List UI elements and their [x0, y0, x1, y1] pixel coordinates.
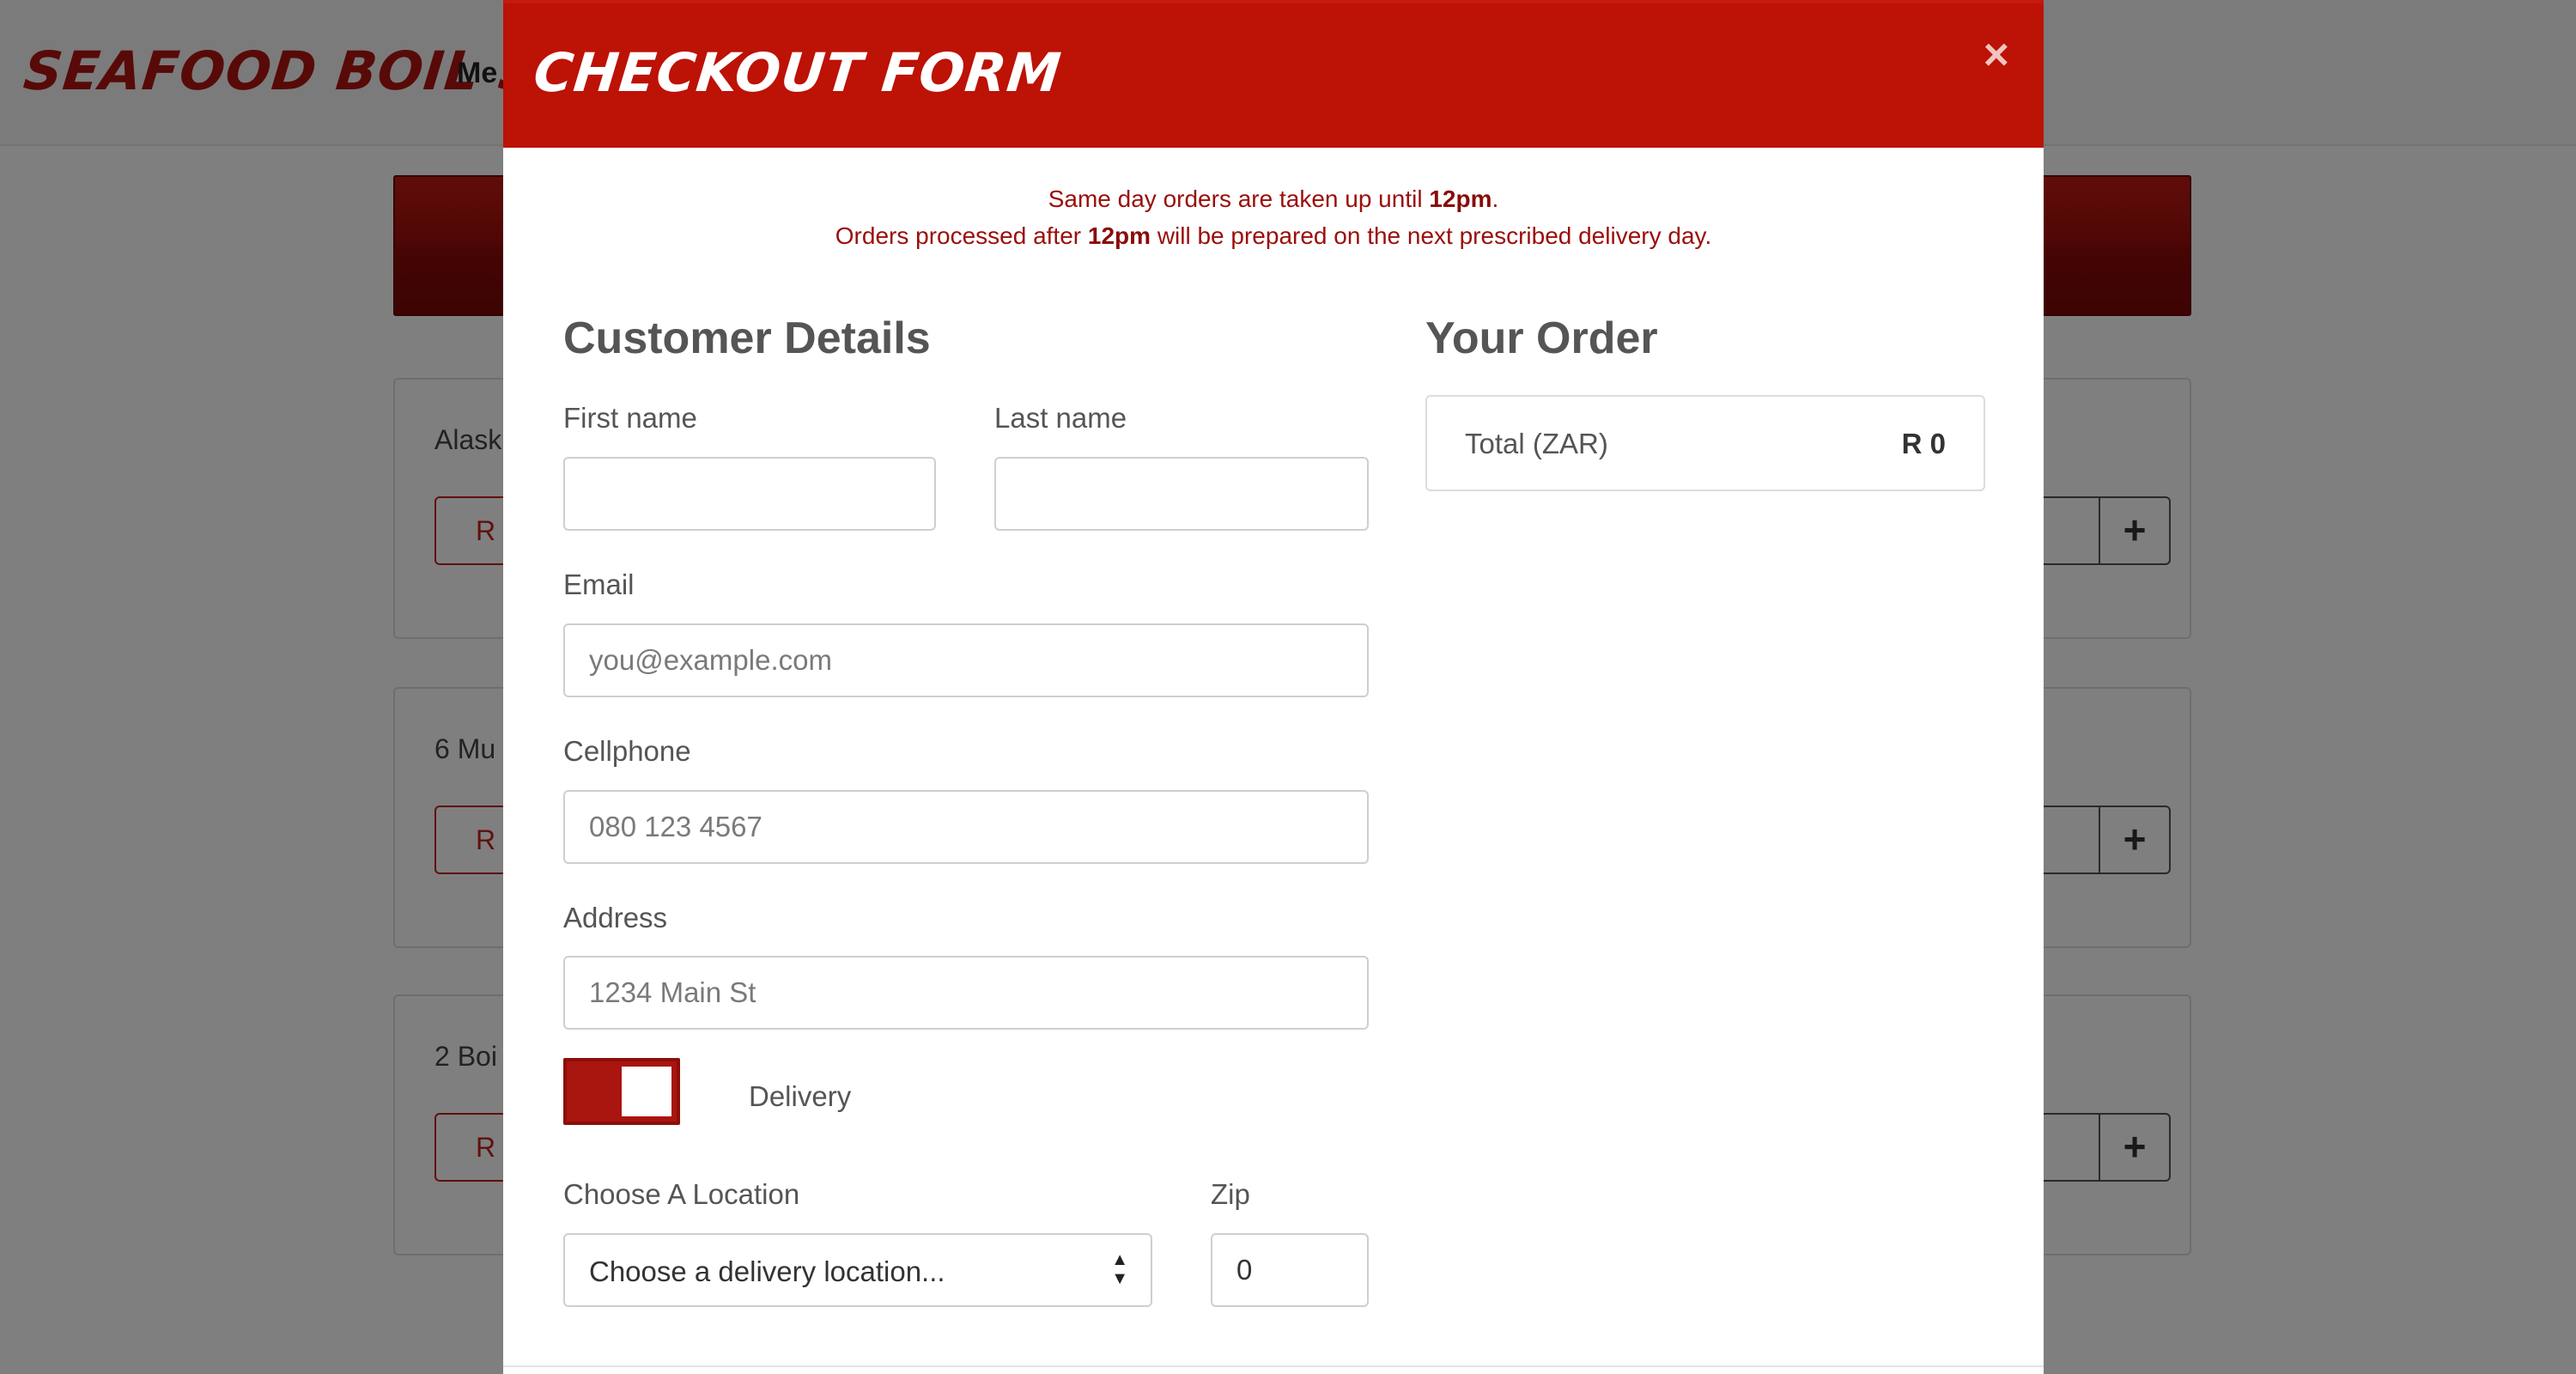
checkout-modal: CHECKOUT FORM × Same day orders are take… [503, 0, 2044, 1374]
notice-text: will be prepared on the next prescribed … [1151, 222, 1712, 249]
modal-header: CHECKOUT FORM × [503, 0, 2044, 148]
delivery-toggle[interactable] [563, 1058, 680, 1125]
your-order-title: Your Order [1425, 313, 1658, 363]
order-total-label: Total (ZAR) [1465, 428, 1608, 459]
location-select[interactable]: Choose a delivery location... ▲ ▼ [563, 1233, 1152, 1307]
notice-time: 12pm [1087, 222, 1151, 249]
select-arrows-icon: ▲ ▼ [1111, 1250, 1128, 1288]
order-total-row: Total (ZAR) R 0 [1425, 395, 1985, 491]
cellphone-input[interactable] [563, 790, 1369, 864]
close-button[interactable]: × [1984, 29, 2009, 81]
customer-details-title: Customer Details [563, 313, 931, 363]
cellphone-label: Cellphone [563, 735, 691, 767]
modal-title: CHECKOUT FORM [531, 41, 1065, 104]
modal-divider [503, 1365, 2044, 1367]
address-input[interactable] [563, 956, 1369, 1030]
toggle-knob [622, 1067, 671, 1116]
last-name-label: Last name [994, 402, 1127, 434]
order-processing-notice: Orders processed after 12pm will be prep… [503, 222, 2044, 250]
address-label: Address [563, 902, 668, 933]
notice-text: Orders processed after [835, 222, 1088, 249]
email-input[interactable] [563, 623, 1369, 697]
first-name-input[interactable] [563, 457, 936, 531]
delivery-label: Delivery [749, 1080, 852, 1112]
notice-text: . [1492, 185, 1499, 212]
zip-label: Zip [1211, 1178, 1250, 1210]
email-label: Email [563, 568, 635, 600]
location-label: Choose A Location [563, 1178, 800, 1210]
notice-time: 12pm [1429, 185, 1492, 212]
notice-text: Same day orders are taken up until [1048, 185, 1430, 212]
order-cutoff-notice: Same day orders are taken up until 12pm. [503, 185, 2044, 213]
first-name-label: First name [563, 402, 697, 434]
last-name-input[interactable] [994, 457, 1369, 531]
order-total-value: R 0 [1901, 428, 1946, 459]
zip-input[interactable] [1211, 1233, 1369, 1307]
location-selected-value: Choose a delivery location... [589, 1255, 945, 1287]
